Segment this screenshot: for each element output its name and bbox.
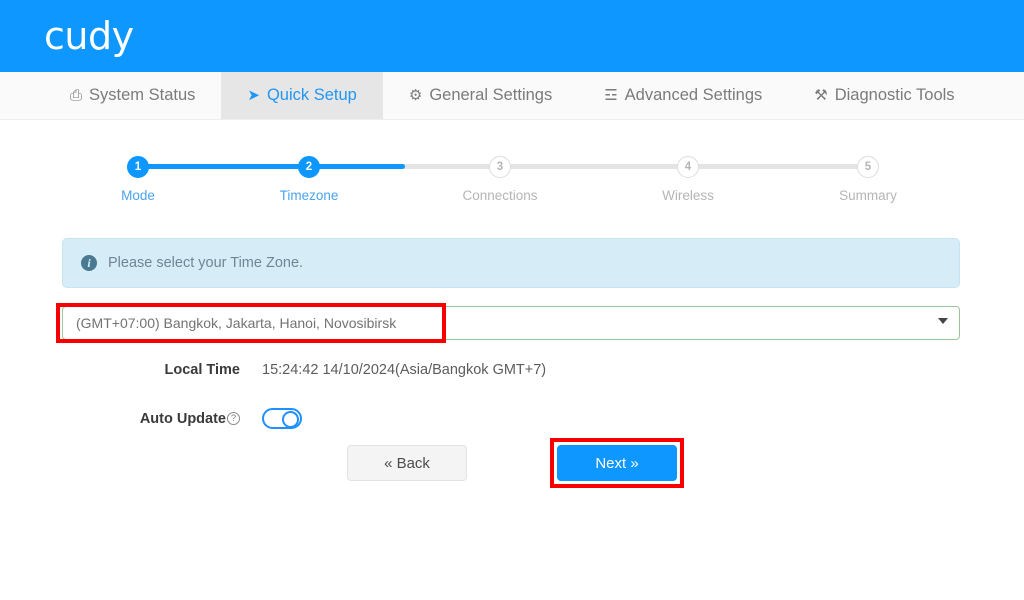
next-button[interactable]: Next »	[557, 445, 677, 481]
local-time-value: 15:24:42 14/10/2024(Asia/Bangkok GMT+7)	[262, 362, 547, 378]
info-icon: i	[81, 255, 97, 271]
next-button-wrapper: Next »	[550, 438, 684, 488]
step-label-connections[interactable]: Connections	[462, 188, 537, 203]
timezone-select-row: (GMT+07:00) Bangkok, Jakarta, Hanoi, Nov…	[62, 306, 960, 340]
auto-update-label: Auto Update?	[62, 411, 262, 427]
info-banner-text: Please select your Time Zone.	[108, 255, 304, 271]
auto-update-row: Auto Update?	[62, 408, 302, 429]
step-label-wireless[interactable]: Wireless	[662, 188, 714, 203]
tab-label: System Status	[89, 86, 196, 105]
step-label-mode[interactable]: Mode	[121, 188, 155, 203]
step-node-mode[interactable]: 1	[127, 156, 149, 178]
rocket-icon: ➤	[247, 87, 260, 104]
tools-icon: ⚒	[814, 87, 828, 104]
tab-advanced-settings[interactable]: ☲ Advanced Settings	[578, 72, 788, 119]
back-button[interactable]: « Back	[347, 445, 467, 481]
app-header: cudy	[0, 0, 1024, 72]
main-navigation-tabs: ⎙ System Status ➤ Quick Setup ⚙ General …	[0, 72, 1024, 120]
auto-update-label-text: Auto Update	[139, 410, 226, 427]
stepper-track-progress	[138, 164, 405, 169]
tab-label: Advanced Settings	[624, 86, 763, 105]
tab-label: Diagnostic Tools	[834, 86, 955, 105]
wizard-button-row: « Back Next »	[0, 438, 1024, 488]
step-label-summary[interactable]: Summary	[839, 188, 897, 203]
tab-general-settings[interactable]: ⚙ General Settings	[383, 72, 578, 119]
tab-system-status[interactable]: ⎙ System Status	[44, 72, 221, 119]
setup-wizard-stepper: 1 2 3 4 5 Mode Timezone Connections Wire…	[0, 156, 1024, 226]
toggle-knob	[282, 411, 299, 428]
auto-update-toggle[interactable]	[262, 408, 302, 429]
step-node-timezone[interactable]: 2	[298, 156, 320, 178]
tab-quick-setup[interactable]: ➤ Quick Setup	[221, 72, 383, 119]
sliders-icon: ☲	[604, 87, 618, 104]
step-node-summary[interactable]: 5	[857, 156, 879, 178]
step-node-connections[interactable]: 3	[489, 156, 511, 178]
tab-diagnostic-tools[interactable]: ⚒ Diagnostic Tools	[788, 72, 980, 119]
tab-label: Quick Setup	[266, 86, 357, 105]
local-time-row: Local Time 15:24:42 14/10/2024(Asia/Bang…	[62, 362, 547, 378]
help-icon[interactable]: ?	[227, 412, 240, 425]
step-node-wireless[interactable]: 4	[677, 156, 699, 178]
local-time-label: Local Time	[164, 362, 240, 378]
tab-label: General Settings	[429, 86, 553, 105]
cudy-logo: cudy	[44, 14, 134, 58]
timezone-select[interactable]: (GMT+07:00) Bangkok, Jakarta, Hanoi, Nov…	[62, 306, 960, 340]
info-banner: i Please select your Time Zone.	[62, 238, 960, 288]
gear-icon: ⚙	[408, 87, 423, 104]
step-label-timezone[interactable]: Timezone	[280, 188, 339, 203]
monitor-icon: ⎙	[70, 87, 83, 104]
